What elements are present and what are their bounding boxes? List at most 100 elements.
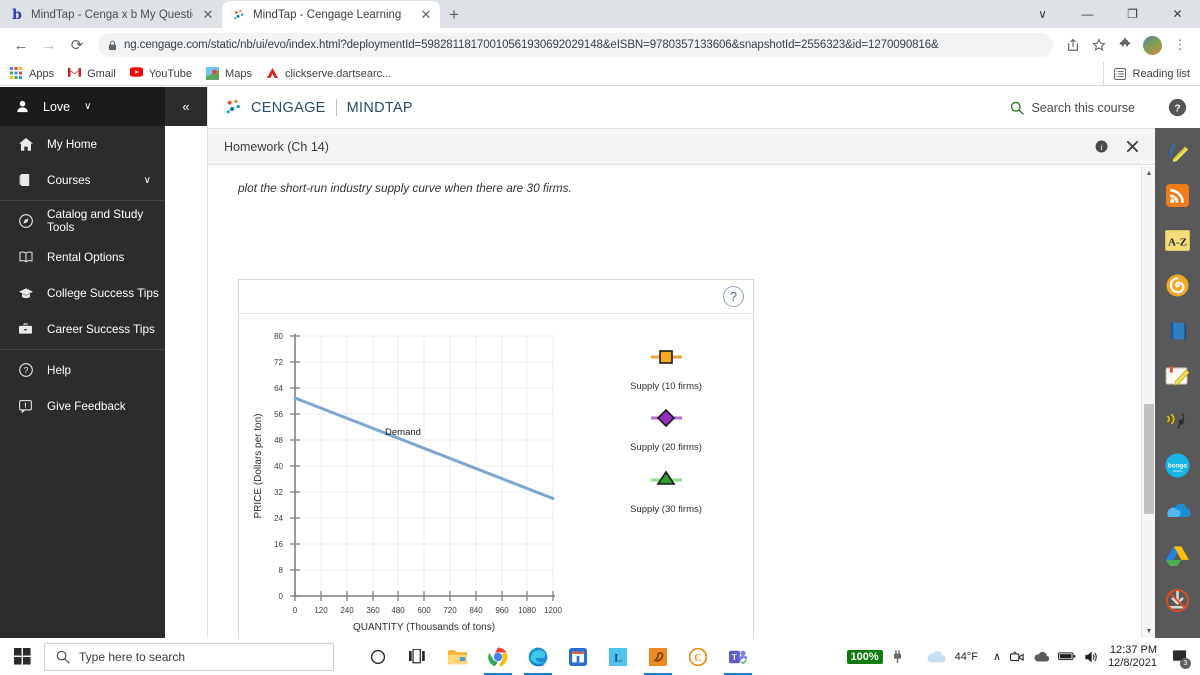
right-rail-rss-feed-icon[interactable]: [1155, 173, 1200, 218]
legend-item-supply-30-firms[interactable]: Supply (30 firms): [630, 470, 702, 515]
back-icon[interactable]: ←: [8, 32, 34, 58]
logo-divider: [335, 99, 337, 116]
sidebar-item-career-success-tips[interactable]: Career Success Tips: [0, 311, 165, 347]
sidebar-item-career-label: Career Success Tips: [47, 322, 155, 336]
sidebar-collapse-button[interactable]: «: [165, 87, 207, 126]
taskbar-app-file-explorer[interactable]: [438, 638, 478, 675]
browser-tab-1[interactable]: b MindTap - Cenga x b My Questio ✕: [0, 1, 222, 28]
chrome-menu-icon[interactable]: ⋮: [1168, 33, 1192, 57]
taskbar-app-google-chrome[interactable]: [478, 638, 518, 675]
sidebar-item-courses[interactable]: Courses ∨: [0, 162, 165, 198]
reload-icon[interactable]: ⟳: [64, 32, 90, 58]
share-icon[interactable]: [1061, 33, 1085, 57]
forward-icon[interactable]: →: [36, 32, 62, 58]
taskbar-app-orange[interactable]: [638, 638, 678, 675]
right-rail-a-z-dictionary-icon[interactable]: A-Z: [1155, 218, 1200, 263]
browser-tab-2[interactable]: MindTap - Cengage Learning ✕: [222, 1, 440, 28]
sidebar-item-give-feedback[interactable]: Give Feedback: [0, 388, 165, 424]
tab-search-chevron-icon[interactable]: ∨: [1020, 0, 1065, 28]
cengage-logo[interactable]: CENGAGE MINDTAP: [224, 98, 413, 117]
star-icon[interactable]: [1087, 33, 1111, 57]
x-tick-240: 240: [340, 606, 354, 615]
chart-axes: [290, 334, 555, 601]
info-icon[interactable]: i: [1095, 140, 1108, 153]
taskbar-app-task-view[interactable]: [398, 638, 438, 675]
cloud-icon[interactable]: [926, 650, 946, 663]
chart-help-icon[interactable]: ?: [723, 286, 744, 307]
scrollbar-thumb[interactable]: [1144, 404, 1154, 514]
puzzle-icon[interactable]: [1113, 33, 1137, 57]
right-rail-download-blocked-icon[interactable]: [1155, 578, 1200, 623]
main-content: CENGAGE MINDTAP Search this course Homew…: [207, 87, 1155, 638]
taskbar-app-cengage[interactable]: C: [678, 638, 718, 675]
battery-icon[interactable]: [1058, 652, 1076, 661]
x-tick-360: 360: [366, 606, 380, 615]
notifications-icon[interactable]: 3: [1166, 638, 1194, 675]
legend-item-supply-10-firms[interactable]: Supply (10 firms): [630, 350, 702, 392]
bookmark-clickserve[interactable]: clickserve.dartsearc...: [266, 67, 391, 80]
activity-title-bar: Homework (Ch 14) i: [208, 129, 1155, 165]
sidebar-user-name: Love: [43, 99, 71, 114]
right-rail-onedrive-cloud-icon[interactable]: [1155, 488, 1200, 533]
taskbar-app-microsoft-store[interactable]: [558, 638, 598, 675]
right-rail-google-drive-icon[interactable]: [1155, 533, 1200, 578]
cengage-spark-icon: [224, 98, 243, 117]
taskbar-clock[interactable]: 12:37 PM 12/8/2021: [1108, 644, 1157, 670]
scroll-down-arrow-icon[interactable]: ▼: [1142, 624, 1156, 638]
taskbar-date: 12/8/2021: [1108, 656, 1157, 669]
x-tick-600: 600: [417, 606, 431, 615]
camera-icon[interactable]: [1010, 651, 1024, 663]
activity-actions: i: [1095, 140, 1139, 153]
browser-tab-2-close[interactable]: ✕: [418, 7, 434, 23]
sidebar-item-rental-options[interactable]: Rental Options: [0, 239, 165, 275]
taskbar-search-input[interactable]: Type here to search: [44, 642, 334, 671]
window-close-button[interactable]: ✕: [1155, 0, 1200, 28]
right-rail-blue-book-icon[interactable]: [1155, 308, 1200, 353]
window-minimize-button[interactable]: —: [1065, 0, 1110, 28]
volume-icon[interactable]: [1085, 651, 1099, 663]
legend-item-supply-20-firms[interactable]: Supply (20 firms): [630, 408, 702, 453]
right-rail-help-circle-icon[interactable]: ?: [1155, 87, 1200, 128]
right-rail-bookmark-swirl-icon[interactable]: [1155, 263, 1200, 308]
address-bar[interactable]: ng.cengage.com/static/nb/ui/evo/index.ht…: [98, 33, 1053, 57]
x-tick-1200: 1200: [544, 606, 562, 615]
bookmark-maps[interactable]: Maps: [206, 67, 252, 80]
maps-icon: [206, 67, 220, 80]
right-rail-read-aloud-icon[interactable]: [1155, 398, 1200, 443]
taskbar-time: 12:37 PM: [1109, 643, 1157, 656]
bookmark-apps[interactable]: Apps: [10, 67, 54, 80]
plug-icon[interactable]: [892, 649, 903, 664]
sidebar-divider-2: [0, 349, 165, 350]
tray-expand-chevron-icon[interactable]: ∧: [993, 650, 1001, 663]
sidebar-item-college-success-tips[interactable]: College Success Tips: [0, 275, 165, 311]
scroll-up-arrow-icon[interactable]: ▲: [1142, 166, 1156, 180]
avatar[interactable]: [1143, 35, 1162, 55]
supply-demand-chart[interactable]: 80 72 64 56 48 40 32 24 16 8 0 0 120 240…: [239, 314, 753, 638]
taskbar-app-microsoft-edge[interactable]: [518, 638, 558, 675]
taskbar-app-cortana[interactable]: [358, 638, 398, 675]
sidebar-item-my-home[interactable]: My Home: [0, 126, 165, 162]
sidebar-item-catalog-and-study-tools[interactable]: Catalog and Study Tools: [0, 203, 165, 239]
onedrive-icon[interactable]: [1033, 651, 1050, 662]
windows-start-icon[interactable]: [0, 638, 44, 675]
weather-temperature[interactable]: 44°F: [955, 651, 978, 663]
taskbar-app-microsoft-teams[interactable]: T: [718, 638, 758, 675]
bookmark-gmail[interactable]: Gmail: [68, 67, 116, 80]
sidebar-user-menu[interactable]: Love ∨: [0, 87, 165, 126]
search-course-button[interactable]: Search this course: [1010, 101, 1139, 115]
content-scrollbar[interactable]: ▲ ▼: [1141, 166, 1155, 638]
reading-list-button[interactable]: Reading list: [1102, 62, 1190, 86]
window-restore-button[interactable]: ❐: [1110, 0, 1155, 28]
new-tab-button[interactable]: +: [440, 1, 468, 28]
sidebar-item-help[interactable]: ? Help: [0, 352, 165, 388]
right-rail-highlighter-pen-icon[interactable]: [1155, 128, 1200, 173]
letter-b-icon: b: [12, 6, 22, 23]
taskbar-app-l[interactable]: L: [598, 638, 638, 675]
right-rail-bongo-icon[interactable]: bongo LEARN: [1155, 443, 1200, 488]
chart-canvas[interactable]: 80 72 64 56 48 40 32 24 16 8 0 0 120 240…: [239, 314, 753, 638]
browser-tab-1-close[interactable]: ✕: [200, 7, 216, 23]
close-icon[interactable]: [1126, 140, 1139, 153]
bookmark-youtube[interactable]: YouTube: [129, 67, 192, 80]
right-rail-notebook-pencil-icon[interactable]: [1155, 353, 1200, 398]
battery-percent-badge[interactable]: 100%: [846, 649, 883, 664]
